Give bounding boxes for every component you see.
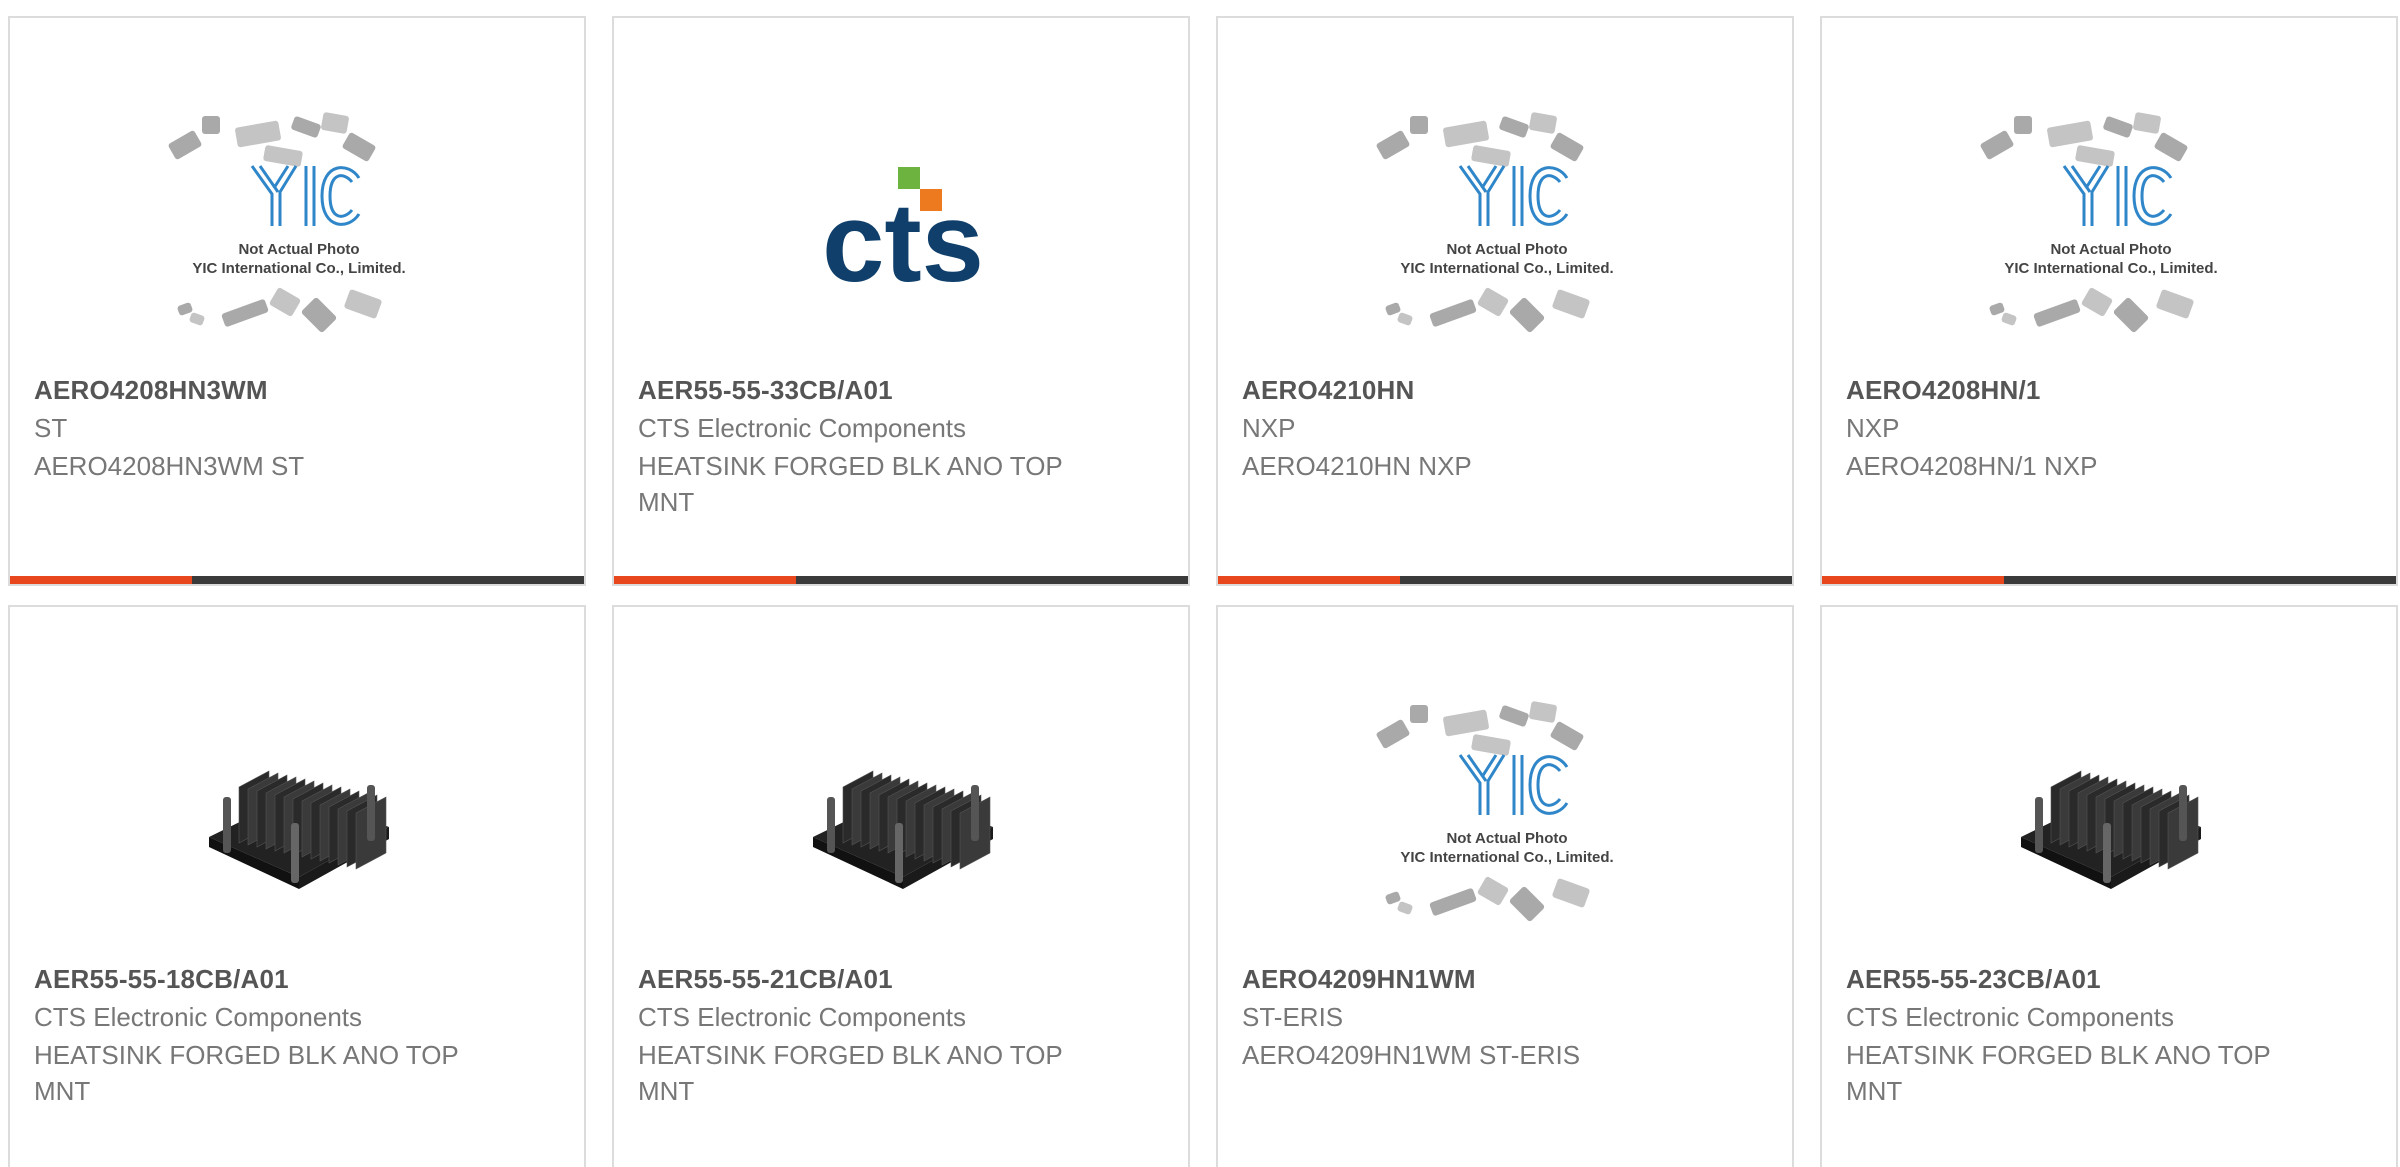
product-description: AERO4208HN/1 NXP <box>1846 451 2098 481</box>
product-grid: Not Actual Photo YIC International Co., … <box>0 0 2400 1167</box>
product-description: HEATSINK FORGED BLK ANO TOP MNT <box>638 1040 1063 1106</box>
product-manufacturer: ST <box>34 413 68 443</box>
product-description: AERO4210HN NXP <box>1242 451 1472 481</box>
product-description: HEATSINK FORGED BLK ANO TOP MNT <box>1846 1040 2271 1106</box>
placeholder-line1: Not Actual Photo <box>1446 830 1567 847</box>
product-card[interactable]: AER55-55-23CB/A01 CTS Electronic Componen… <box>1820 605 2398 1167</box>
product-card[interactable]: Not Actual Photo YIC International Co., … <box>8 16 586 586</box>
product-part-number[interactable]: AERO4210HN <box>1242 375 1415 406</box>
product-description: AERO4209HN1WM ST-ERIS <box>1242 1040 1581 1070</box>
card-footer-accent <box>1822 576 2004 584</box>
card-footer-accent <box>1218 576 1400 584</box>
product-part-number[interactable]: AERO4208HN3WM <box>34 375 268 406</box>
placeholder-line2: YIC International Co., Limited. <box>1400 260 1613 277</box>
product-image[interactable]: Not Actual Photo YIC International Co., … <box>1218 687 1792 947</box>
placeholder-line2: YIC International Co., Limited. <box>1400 849 1613 866</box>
product-manufacturer: CTS Electronic Components <box>638 413 967 443</box>
product-image[interactable]: Not Actual Photo YIC International Co., … <box>1822 98 2396 358</box>
product-manufacturer: CTS Electronic Components <box>638 1002 967 1032</box>
product-part-number[interactable]: AER55-55-33CB/A01 <box>638 375 893 406</box>
product-part-number[interactable]: AERO4208HN/1 <box>1846 375 2041 406</box>
product-image[interactable]: Not Actual Photo YIC International Co., … <box>1218 98 1792 358</box>
product-part-number[interactable]: AERO4209HN1WM <box>1242 964 1476 995</box>
product-manufacturer: CTS Electronic Components <box>34 1002 363 1032</box>
product-card[interactable]: cts AER55-55-33CB/A01 CTS Electronic Comp… <box>612 16 1190 586</box>
card-footer-bar <box>1218 576 1792 584</box>
product-description: AERO4208HN3WM ST <box>34 451 305 481</box>
product-part-number[interactable]: AER55-55-18CB/A01 <box>34 964 289 995</box>
product-card[interactable]: Not Actual Photo YIC International Co., … <box>1820 16 2398 586</box>
product-image[interactable]: Not Actual Photo YIC International Co., … <box>10 98 584 358</box>
product-image[interactable] <box>614 687 1188 947</box>
placeholder-line2: YIC International Co., Limited. <box>2004 260 2217 277</box>
placeholder-line1: Not Actual Photo <box>2050 241 2171 258</box>
product-description: HEATSINK FORGED BLK ANO TOP MNT <box>638 451 1063 517</box>
product-description: HEATSINK FORGED BLK ANO TOP MNT <box>34 1040 459 1106</box>
product-manufacturer: NXP <box>1242 413 1296 443</box>
card-footer-bar <box>1822 576 2396 584</box>
card-footer-accent <box>10 576 192 584</box>
card-footer-accent <box>614 576 796 584</box>
product-image[interactable] <box>1822 687 2396 947</box>
product-manufacturer: CTS Electronic Components <box>1846 1002 2175 1032</box>
card-footer-bar <box>614 576 1188 584</box>
product-card[interactable]: Not Actual Photo YIC International Co., … <box>1216 605 1794 1167</box>
product-image[interactable]: cts <box>614 98 1188 358</box>
cts-logo-text: cts <box>822 180 984 293</box>
placeholder-line1: Not Actual Photo <box>238 241 359 258</box>
placeholder-line1: Not Actual Photo <box>1446 241 1567 258</box>
placeholder-line2: YIC International Co., Limited. <box>192 260 405 277</box>
product-manufacturer: NXP <box>1846 413 1900 443</box>
product-manufacturer: ST-ERIS <box>1242 1002 1344 1032</box>
product-part-number[interactable]: AER55-55-21CB/A01 <box>638 964 893 995</box>
product-part-number[interactable]: AER55-55-23CB/A01 <box>1846 964 2101 995</box>
product-image[interactable] <box>10 687 584 947</box>
product-card[interactable]: AER55-55-21CB/A01 CTS Electronic Componen… <box>612 605 1190 1167</box>
product-card[interactable]: AER55-55-18CB/A01 CTS Electronic Componen… <box>8 605 586 1167</box>
card-footer-bar <box>10 576 584 584</box>
product-card[interactable]: Not Actual Photo YIC International Co., … <box>1216 16 1794 586</box>
